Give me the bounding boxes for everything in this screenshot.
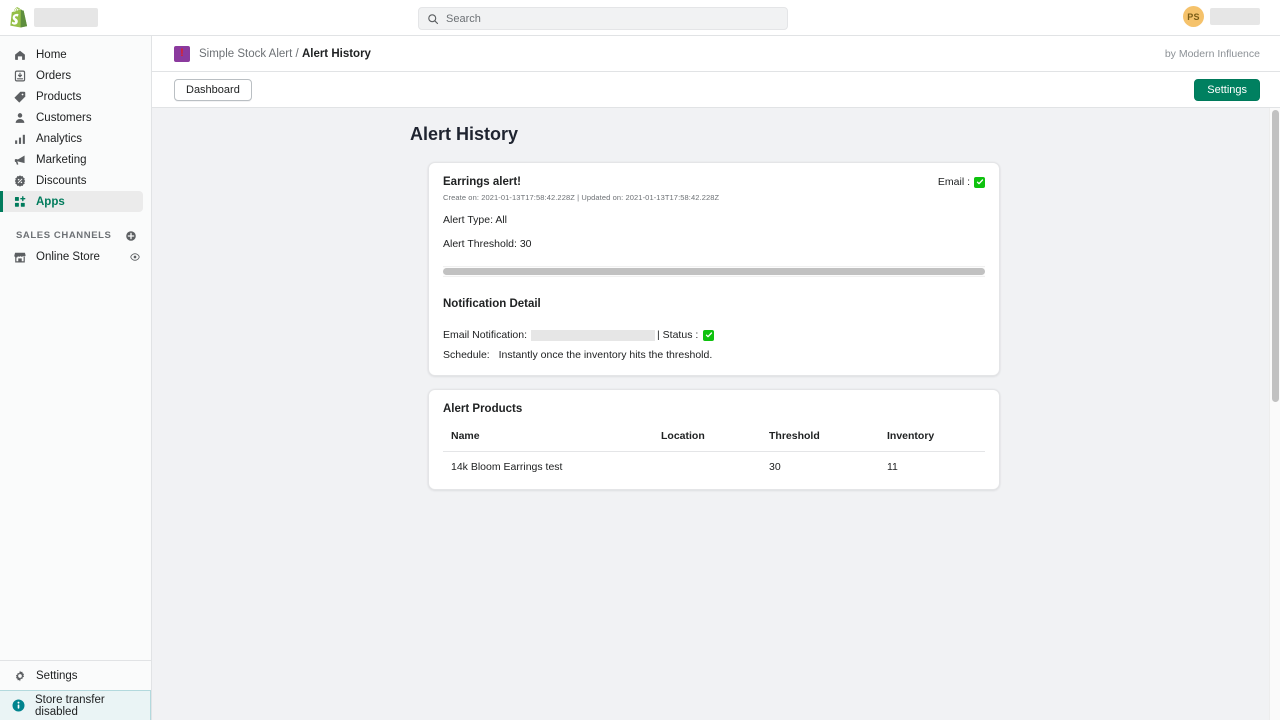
sidebar-item-settings[interactable]: Settings bbox=[0, 660, 151, 690]
sidebar-item-online-store[interactable]: Online Store bbox=[0, 246, 143, 267]
bar-chart-icon bbox=[12, 131, 27, 146]
alert-app-icon: ! bbox=[174, 45, 190, 62]
cell-inventory: 11 bbox=[887, 461, 898, 473]
sidebar-item-apps[interactable]: Apps bbox=[0, 191, 143, 212]
account-menu[interactable]: PS bbox=[1183, 6, 1260, 27]
top-bar: Search PS bbox=[0, 0, 1280, 36]
sidebar-item-customers[interactable]: Customers bbox=[0, 107, 143, 128]
table-header-row: Name Location Threshold Inventory bbox=[443, 430, 985, 452]
cell-threshold: 30 bbox=[769, 461, 781, 473]
info-icon bbox=[11, 698, 26, 713]
store-transfer-banner[interactable]: Store transfer disabled bbox=[0, 690, 151, 720]
email-notification-label: Email Notification: bbox=[443, 329, 528, 341]
tag-icon bbox=[12, 89, 27, 104]
sidebar-item-label: Apps bbox=[36, 195, 65, 208]
avatar[interactable]: PS bbox=[1183, 6, 1204, 27]
cell-location bbox=[661, 452, 769, 476]
alert-type: Alert Type: All bbox=[443, 214, 508, 226]
sidebar-item-products[interactable]: Products bbox=[0, 86, 143, 107]
sidebar: Home Orders Products Customers Analytics bbox=[0, 36, 152, 720]
sidebar-footer: Settings Store transfer disabled bbox=[0, 660, 151, 720]
page-title: Alert History bbox=[410, 124, 519, 144]
alert-products-table: Name Location Threshold Inventory 14k Bl… bbox=[443, 430, 985, 475]
sidebar-item-label: Home bbox=[36, 48, 67, 61]
search-bar[interactable]: Search bbox=[418, 7, 788, 30]
store-icon bbox=[12, 249, 27, 264]
settings-button[interactable]: Settings bbox=[1194, 78, 1260, 101]
person-icon bbox=[12, 110, 27, 125]
table-row[interactable]: 14k Bloom Earrings test 30 11 bbox=[443, 452, 985, 476]
sales-channels-header: SALES CHANNELS bbox=[0, 224, 151, 246]
sidebar-item-label: Products bbox=[36, 90, 82, 103]
sidebar-item-label: Online Store bbox=[36, 250, 100, 263]
sales-channels-title: SALES CHANNELS bbox=[16, 229, 112, 241]
green-check-icon bbox=[974, 176, 985, 188]
column-header-location: Location bbox=[661, 430, 769, 452]
main-content: Alert History Earrings alert! Create on:… bbox=[152, 108, 1280, 720]
schedule-row: Schedule: Instantly once the inventory h… bbox=[443, 349, 985, 361]
orders-icon bbox=[12, 68, 27, 83]
sidebar-nav: Home Orders Products Customers Analytics bbox=[0, 36, 151, 212]
sidebar-item-orders[interactable]: Orders bbox=[0, 65, 143, 86]
sidebar-item-home[interactable]: Home bbox=[0, 44, 143, 65]
vertical-scrollbar[interactable] bbox=[1269, 108, 1280, 720]
gear-icon bbox=[12, 668, 27, 683]
app-header: ! Simple Stock Alert / Alert History by … bbox=[152, 36, 1280, 72]
app-byline: by Modern Influence bbox=[1164, 47, 1260, 60]
schedule-label: Schedule: bbox=[443, 349, 490, 361]
sidebar-item-analytics[interactable]: Analytics bbox=[0, 128, 143, 149]
column-header-inventory: Inventory bbox=[887, 430, 985, 452]
shopify-logo bbox=[9, 7, 27, 28]
horizontal-scrollbar[interactable] bbox=[443, 266, 985, 277]
sidebar-settings-label: Settings bbox=[36, 669, 78, 682]
app-toolbar: Dashboard Settings bbox=[152, 72, 1280, 108]
sidebar-item-label: Marketing bbox=[36, 153, 87, 166]
schedule-value: Instantly once the inventory hits the th… bbox=[498, 349, 713, 361]
apps-icon bbox=[12, 194, 27, 209]
search-input[interactable]: Search bbox=[446, 13, 481, 25]
breadcrumb-current: Alert History bbox=[301, 47, 371, 60]
email-notification-value-redacted bbox=[531, 329, 656, 341]
shopify-logo-link[interactable] bbox=[0, 7, 36, 28]
store-transfer-label: Store transfer disabled bbox=[35, 693, 105, 718]
email-notification-row: Email Notification: | Status : bbox=[443, 329, 985, 341]
status-label: | Status : bbox=[657, 329, 699, 341]
account-name-redacted[interactable] bbox=[1210, 8, 1260, 25]
home-icon bbox=[12, 47, 27, 62]
sidebar-item-label: Analytics bbox=[36, 132, 83, 145]
alert-threshold: Alert Threshold: 30 bbox=[443, 238, 532, 250]
email-flag-label: Email : bbox=[937, 176, 970, 188]
sidebar-item-label: Customers bbox=[36, 111, 92, 124]
plus-circle-icon[interactable] bbox=[125, 229, 137, 241]
megaphone-icon bbox=[12, 152, 27, 167]
sidebar-item-label: Discounts bbox=[36, 174, 87, 187]
column-header-threshold: Threshold bbox=[769, 430, 887, 452]
email-flag: Email : bbox=[938, 176, 985, 188]
vertical-scrollbar-thumb[interactable] bbox=[1272, 110, 1279, 402]
breadcrumb: Simple Stock Alert / Alert History bbox=[199, 48, 371, 60]
alert-products-title: Alert Products bbox=[443, 403, 523, 415]
sidebar-item-label: Orders bbox=[36, 69, 72, 82]
sidebar-item-marketing[interactable]: Marketing bbox=[0, 149, 143, 170]
cell-name: 14k Bloom Earrings test bbox=[451, 461, 563, 473]
breadcrumb-separator: / bbox=[295, 47, 299, 60]
column-header-name: Name bbox=[443, 430, 661, 452]
search-icon bbox=[428, 13, 439, 24]
notification-detail-title: Notification Detail bbox=[443, 298, 541, 310]
green-check-icon bbox=[703, 329, 715, 341]
alert-title: Earrings alert! bbox=[443, 176, 521, 188]
alert-detail-card: Earrings alert! Create on: 2021-01-13T17… bbox=[428, 162, 1000, 376]
store-name-redacted[interactable] bbox=[34, 8, 98, 27]
sidebar-item-discounts[interactable]: Discounts bbox=[0, 170, 143, 191]
alert-title-row: Earrings alert! Create on: 2021-01-13T17… bbox=[443, 176, 985, 202]
horizontal-scrollbar-thumb[interactable] bbox=[443, 268, 985, 275]
alert-timestamps: Create on: 2021-01-13T17:58:42.228Z | Up… bbox=[443, 193, 720, 202]
breadcrumb-app-link[interactable]: Simple Stock Alert bbox=[199, 48, 292, 60]
dashboard-button[interactable]: Dashboard bbox=[174, 78, 252, 101]
alert-products-card: Alert Products Name Location Threshold I… bbox=[428, 389, 1000, 490]
alert-app-icon-glyph: ! bbox=[180, 47, 184, 59]
discount-icon bbox=[12, 173, 27, 188]
eye-icon[interactable] bbox=[129, 251, 141, 263]
